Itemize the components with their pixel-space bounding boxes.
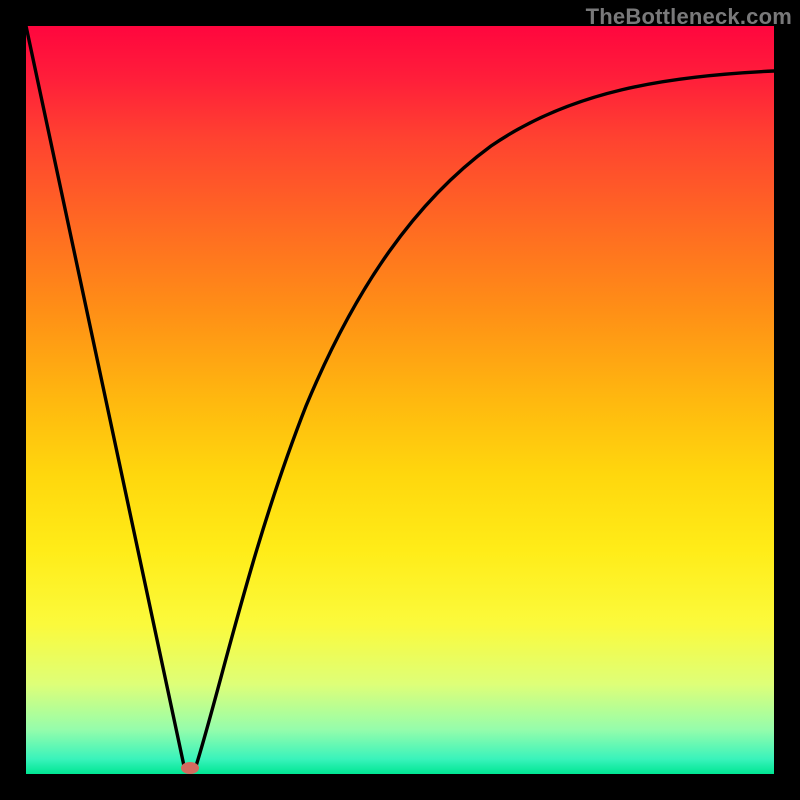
- highlight-dot: [181, 762, 199, 774]
- watermark: TheBottleneck.com: [586, 4, 792, 30]
- curve-path: [26, 26, 774, 766]
- plot-area: [26, 26, 774, 774]
- bottleneck-curve: [26, 26, 774, 774]
- chart-frame: TheBottleneck.com: [0, 0, 800, 800]
